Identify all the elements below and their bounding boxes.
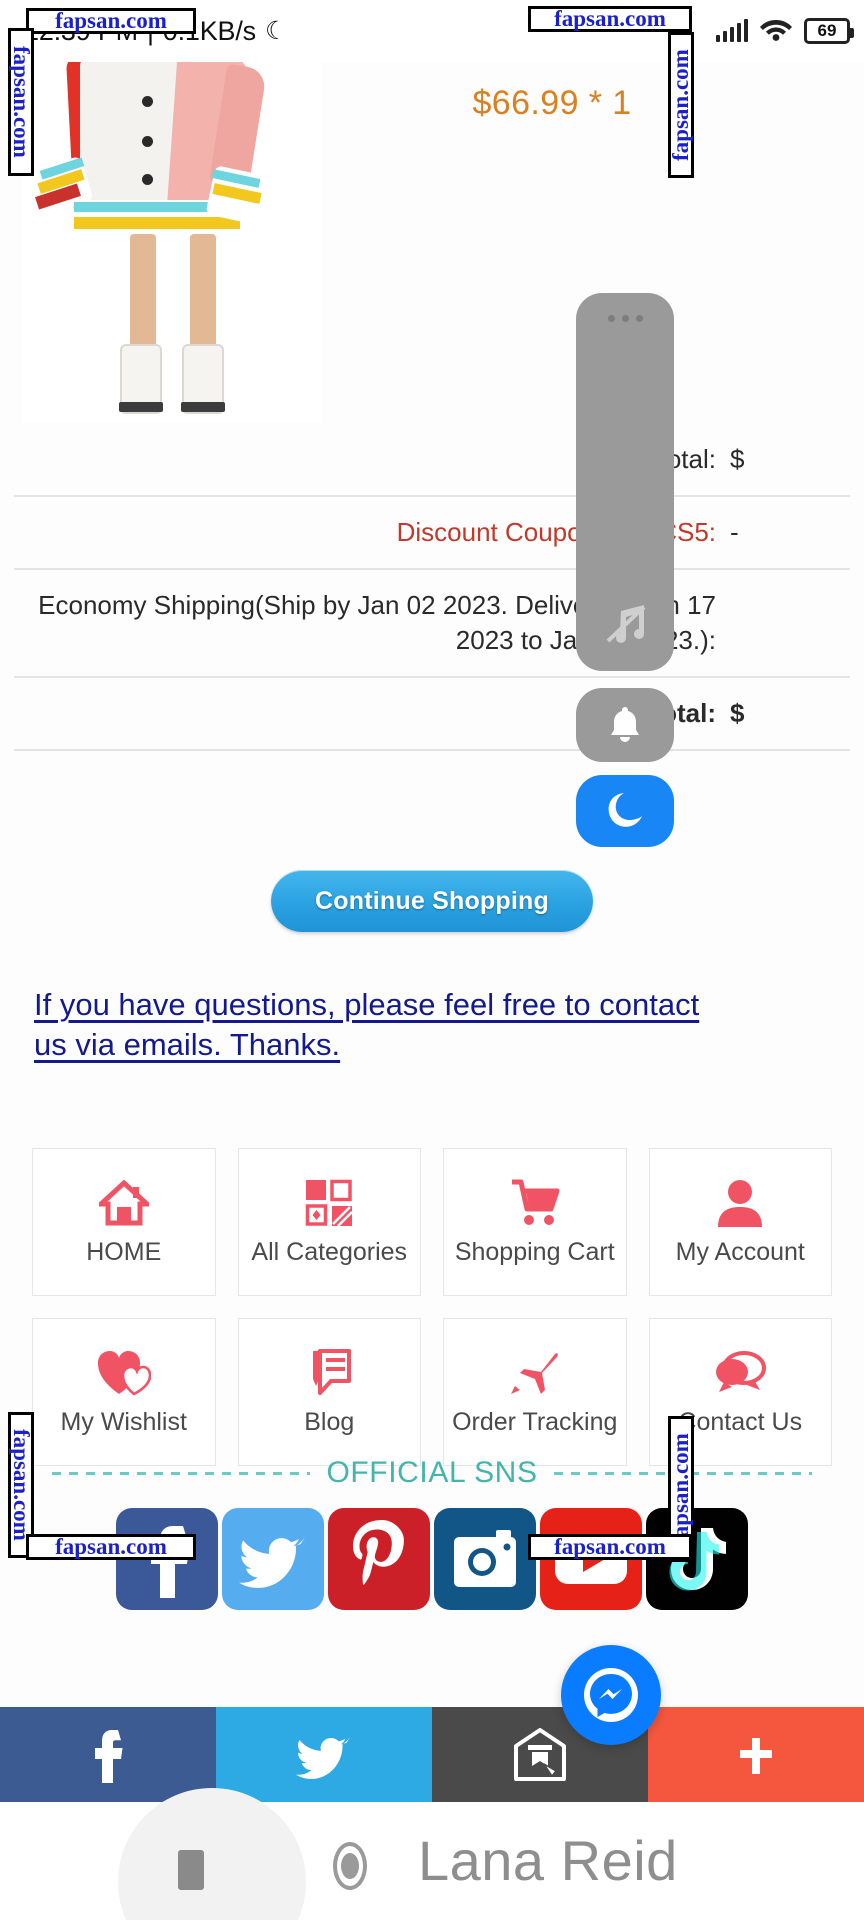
messenger-chat-button[interactable] — [561, 1645, 661, 1745]
hearts-wishlist-icon — [97, 1347, 151, 1399]
tile-label: Blog — [304, 1408, 355, 1437]
facebook-share-icon[interactable] — [0, 1707, 216, 1802]
twitter-share-icon[interactable] — [216, 1707, 432, 1802]
watermark: fapsan.com — [26, 8, 196, 34]
watermark: fapsan.com — [26, 1534, 196, 1560]
pinterest-icon[interactable] — [328, 1508, 430, 1610]
shopping-cart-icon — [509, 1177, 561, 1229]
blog-pencil-icon — [306, 1347, 352, 1399]
tile-label: Order Tracking — [452, 1408, 618, 1437]
divider-left — [52, 1471, 311, 1475]
dark-mode-moon-icon — [608, 793, 642, 827]
tile-label: Shopping Cart — [454, 1238, 615, 1267]
product-image — [22, 62, 322, 422]
tile-my-account[interactable]: My Account — [648, 1148, 832, 1296]
airplane-tracking-icon — [509, 1347, 561, 1399]
watermark: fapsan.com — [528, 6, 692, 32]
tile-blog[interactable]: Blog — [237, 1318, 421, 1466]
watermark: fapsan.com — [528, 1534, 692, 1560]
user-account-icon — [717, 1177, 763, 1229]
watermark: fapsan.com — [668, 32, 694, 178]
instagram-icon[interactable] — [434, 1508, 536, 1610]
total-value: $ — [730, 698, 745, 729]
system-navigation-bar: Lana Reid — [0, 1788, 864, 1920]
tile-shopping-cart[interactable]: Shopping Cart — [443, 1148, 627, 1296]
tile-my-wishlist[interactable]: My Wishlist — [32, 1318, 216, 1466]
floating-control-panel[interactable] — [576, 293, 674, 671]
notification-bell-button[interactable] — [576, 688, 674, 762]
grid-categories-icon — [305, 1177, 354, 1229]
notification-bell-icon — [611, 707, 639, 742]
tile-label: Contact Us — [678, 1408, 803, 1437]
wifi-icon — [759, 16, 793, 47]
tile-label: My Wishlist — [60, 1408, 187, 1437]
tile-home[interactable]: HOME — [32, 1148, 216, 1296]
tile-order-tracking[interactable]: Order Tracking — [443, 1318, 627, 1466]
tile-label: My Account — [675, 1238, 805, 1267]
table-row: Sub-Total: $ — [14, 424, 850, 498]
crescent-moon-icon: ☾ — [264, 16, 288, 45]
tile-label: HOME — [86, 1238, 162, 1267]
table-row: Discount Coupon EOYCS5: - — [14, 497, 850, 571]
recents-square-icon[interactable] — [178, 1850, 204, 1890]
share-bar — [0, 1707, 864, 1802]
subtotal-value: $ — [730, 444, 745, 474]
battery-icon: 69 — [804, 18, 854, 44]
more-share-icon[interactable] — [648, 1707, 864, 1802]
product-summary-area: $66.99 * 1 — [22, 62, 842, 422]
dark-mode-toggle[interactable] — [576, 775, 674, 847]
official-sns-header: OFFICIAL SNS — [0, 1450, 864, 1496]
home-circle-icon[interactable] — [333, 1842, 367, 1890]
twitter-icon[interactable] — [222, 1508, 324, 1610]
official-sns-title: OFFICIAL SNS — [326, 1456, 538, 1489]
watermark: fapsan.com — [8, 28, 34, 176]
table-row: Economy Shipping(Ship by Jan 02 2023. De… — [14, 570, 850, 679]
cellular-signal-icon — [715, 19, 748, 42]
drag-dots-icon[interactable] — [576, 315, 674, 322]
quick-nav-grid: HOME All Categories Shopping Cart My Acc… — [32, 1148, 832, 1466]
overlay-watermark-name: Lana Reid — [418, 1829, 678, 1892]
order-summary-table: Sub-Total: $ Discount Coupon EOYCS5: - E… — [14, 424, 850, 752]
tile-label: All Categories — [251, 1238, 408, 1267]
discount-coupon-value: - — [730, 517, 739, 548]
contact-questions-link[interactable]: If you have questions, please feel free … — [34, 985, 734, 1064]
continue-shopping-wrap: Continue Shopping — [0, 870, 864, 932]
home-icon — [98, 1177, 149, 1229]
messenger-icon — [584, 1668, 638, 1722]
music-note-muted-icon[interactable] — [576, 603, 674, 645]
battery-level: 69 — [817, 21, 837, 40]
mobile-screen: 12:39 PM | 0.1KB/s ☾ 69 — [0, 0, 864, 1920]
nav-highlight-blob — [118, 1788, 306, 1920]
chat-bubbles-icon — [714, 1347, 767, 1399]
tile-all-categories[interactable]: All Categories — [237, 1148, 421, 1296]
continue-shopping-button[interactable]: Continue Shopping — [271, 870, 593, 932]
table-row: Total: $ — [14, 678, 850, 752]
status-bar-right: 69 — [715, 16, 854, 47]
